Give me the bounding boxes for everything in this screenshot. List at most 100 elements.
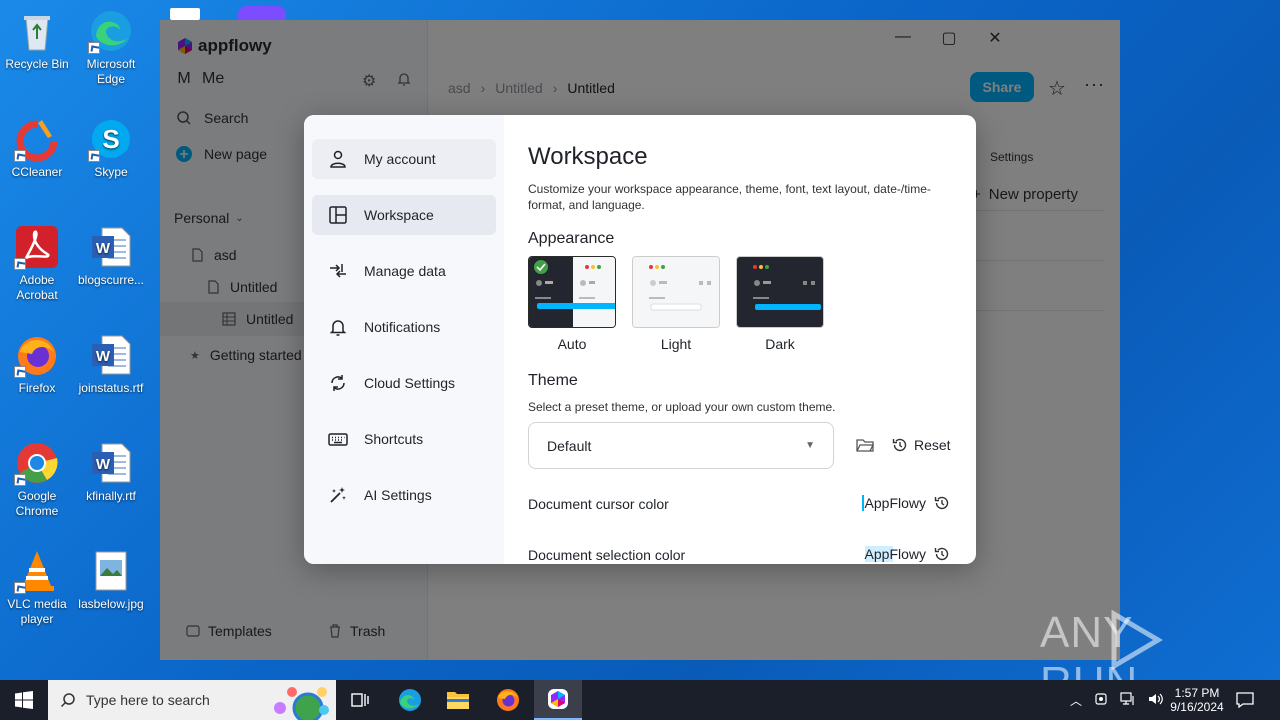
skype-icon: S xyxy=(88,116,134,162)
selection-color-label: Document selection color xyxy=(528,547,686,563)
history-icon xyxy=(892,438,907,452)
tray-app-icon[interactable] xyxy=(1094,692,1108,709)
upload-theme-folder-icon[interactable] xyxy=(856,437,875,458)
firefox-icon xyxy=(497,689,519,711)
person-icon xyxy=(330,150,346,168)
desktop-icon-lasbelow[interactable]: lasbelow.jpg xyxy=(74,548,148,612)
appflowy-icon xyxy=(548,689,568,709)
theme-select[interactable]: Default ▼ xyxy=(528,422,834,469)
keyboard-icon xyxy=(328,433,348,446)
taskbar-search[interactable]: Type here to search xyxy=(48,680,336,720)
recycle-bin-icon xyxy=(14,8,60,54)
desktop-icon-label: Firefox xyxy=(18,381,56,395)
notification-center-button[interactable] xyxy=(1236,680,1254,720)
desktop-icon-label: Adobe Acrobat xyxy=(16,273,58,302)
nav-label: AI Settings xyxy=(364,487,432,503)
desktop-icon-recycle-bin[interactable]: Recycle Bin xyxy=(0,8,74,72)
workspace-settings: Workspace Customize your workspace appea… xyxy=(528,115,958,564)
nav-shortcuts[interactable]: Shortcuts xyxy=(312,419,496,459)
folder-icon xyxy=(447,692,469,709)
vlc-icon xyxy=(14,548,60,594)
desktop-icon-chrome[interactable]: Google Chrome xyxy=(0,440,74,519)
nav-label: My account xyxy=(364,151,436,167)
nav-cloud-settings[interactable]: Cloud Settings xyxy=(312,363,496,403)
ccleaner-icon xyxy=(14,116,60,162)
taskbar-appflowy[interactable] xyxy=(534,680,582,720)
word-doc-icon: W xyxy=(88,332,134,378)
svg-text:W: W xyxy=(96,456,111,473)
selection-color-control[interactable]: AppFlowy xyxy=(864,546,950,562)
appearance-auto-label: Auto xyxy=(557,336,587,352)
start-button[interactable] xyxy=(0,680,48,720)
desktop-icon-ccleaner[interactable]: CCleaner xyxy=(0,116,74,180)
network-icon[interactable] xyxy=(1120,691,1136,709)
page-title: Workspace xyxy=(528,143,648,170)
desktop-icon-label: Google Chrome xyxy=(15,489,59,518)
cursor-color-preview: AppFlowy xyxy=(861,495,926,511)
clock[interactable]: 1:57 PM 9/16/2024 xyxy=(1166,680,1228,720)
volume-icon[interactable] xyxy=(1148,692,1164,709)
settings-nav: My account Workspace Manage data Notific… xyxy=(304,115,504,564)
theme-hint: Select a preset theme, or upload your ow… xyxy=(528,400,836,414)
watermark-play-icon xyxy=(1108,609,1164,675)
task-view-button[interactable] xyxy=(336,680,384,720)
taskbar-file-explorer[interactable] xyxy=(434,680,482,720)
sync-icon xyxy=(331,375,345,391)
page-description: Customize your workspace appearance, the… xyxy=(528,182,931,212)
acrobat-icon xyxy=(14,224,60,270)
appearance-light-card[interactable] xyxy=(632,256,720,328)
desktop-icon-label: CCleaner xyxy=(11,165,63,179)
nav-notifications[interactable]: Notifications xyxy=(312,307,496,347)
nav-workspace[interactable]: Workspace xyxy=(312,195,496,235)
desktop-icon-label: Microsoft Edge xyxy=(86,57,136,86)
svg-text:S: S xyxy=(102,124,119,154)
appearance-dark-card[interactable] xyxy=(736,256,824,328)
reset-theme-button[interactable]: Reset xyxy=(892,437,951,453)
task-view-icon xyxy=(351,693,369,707)
bell-icon xyxy=(329,320,347,336)
desktop-icon-label: kfinally.rtf xyxy=(86,489,136,503)
search-icon xyxy=(60,693,75,708)
appearance-heading: Appearance xyxy=(528,230,615,247)
reset-history-icon[interactable] xyxy=(934,546,950,562)
desktop-icon-skype[interactable]: S Skype xyxy=(74,116,148,180)
search-highlight-icon xyxy=(270,684,332,720)
edge-icon xyxy=(399,689,421,711)
desktop-icon-acrobat[interactable]: Adobe Acrobat xyxy=(0,224,74,303)
appearance-dark-label: Dark xyxy=(765,336,795,352)
taskbar-edge[interactable] xyxy=(386,680,434,720)
desktop-icon-firefox[interactable]: Firefox xyxy=(0,332,74,396)
appearance-auto-card[interactable] xyxy=(528,256,616,328)
partial-desktop-icon xyxy=(238,6,286,20)
clock-date: 9/16/2024 xyxy=(1170,700,1224,714)
desktop-icon-vlc[interactable]: VLC media player xyxy=(0,548,74,627)
desktop-icon-label: lasbelow.jpg xyxy=(78,597,144,611)
reset-history-icon[interactable] xyxy=(934,495,950,511)
nav-manage-data[interactable]: Manage data xyxy=(312,251,496,291)
taskbar: Type here to search ︿ 1:57 PM 9/16/2024 xyxy=(0,680,1280,720)
nav-label: Cloud Settings xyxy=(364,375,456,391)
windows-logo-icon xyxy=(15,691,33,709)
theme-heading: Theme xyxy=(528,372,578,389)
system-tray: ︿ xyxy=(1070,680,1164,720)
svg-text:W: W xyxy=(96,348,111,365)
nav-label: Manage data xyxy=(364,263,446,279)
cursor-color-label: Document cursor color xyxy=(528,496,669,512)
layout-icon xyxy=(329,206,347,224)
chat-bubble-icon xyxy=(1236,692,1254,708)
nav-ai-settings[interactable]: AI Settings xyxy=(312,475,496,515)
nav-my-account[interactable]: My account xyxy=(312,139,496,179)
taskbar-search-placeholder: Type here to search xyxy=(86,692,210,708)
image-file-icon xyxy=(88,548,134,594)
firefox-icon xyxy=(14,332,60,378)
cursor-color-control[interactable]: AppFlowy xyxy=(861,495,950,511)
desktop-icon-edge[interactable]: Microsoft Edge xyxy=(74,8,148,87)
settings-dialog: My account Workspace Manage data Notific… xyxy=(304,115,976,564)
taskbar-firefox[interactable] xyxy=(484,680,532,720)
word-doc-icon: W xyxy=(88,440,134,486)
tray-overflow-chevron-icon[interactable]: ︿ xyxy=(1070,692,1082,709)
desktop-icon-kfinally[interactable]: W kfinally.rtf xyxy=(74,440,148,504)
edge-icon xyxy=(88,8,134,54)
desktop-icon-joinstatus[interactable]: W joinstatus.rtf xyxy=(74,332,148,396)
desktop-icon-blogscurre[interactable]: W blogscurre... xyxy=(74,224,148,288)
